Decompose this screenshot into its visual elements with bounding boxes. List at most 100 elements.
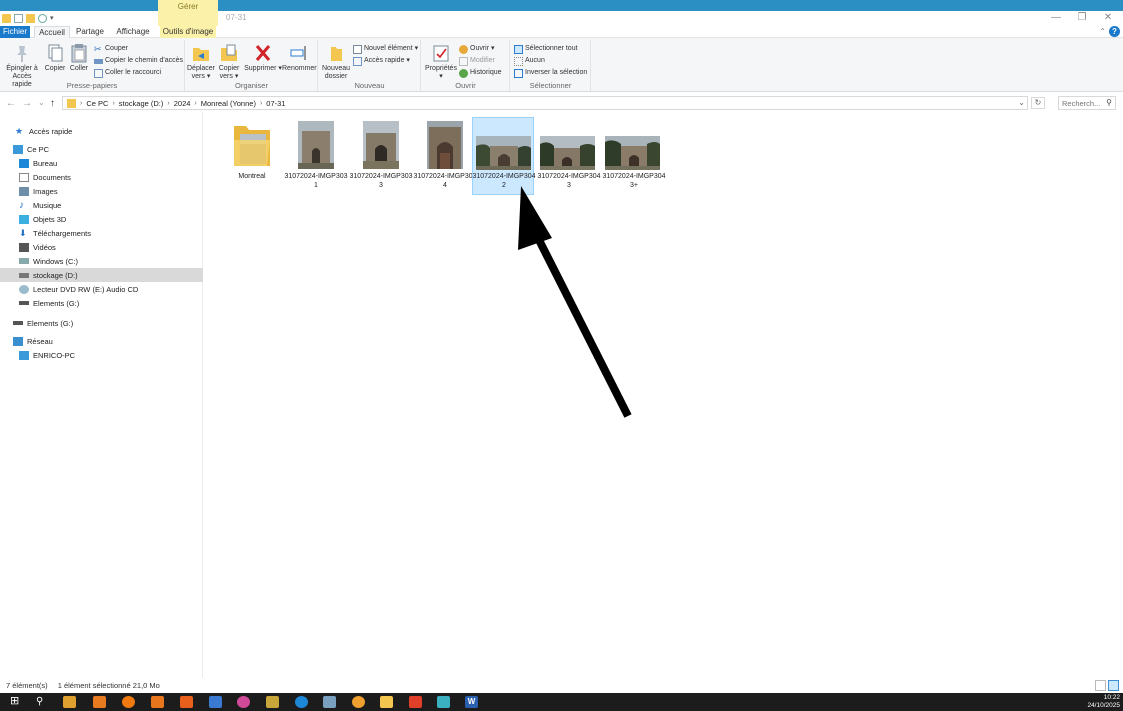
cut-button[interactable]: ✂ Couper [94, 44, 128, 54]
properties-button[interactable]: Propriétés ▾ [425, 43, 457, 81]
help-icon[interactable]: ? [1109, 26, 1120, 37]
search-icon[interactable]: ⚲ [1106, 98, 1112, 107]
tab-picture-tools[interactable]: Outils d'image [160, 26, 216, 38]
app-icon[interactable] [237, 696, 250, 708]
word-icon[interactable]: W [465, 696, 478, 708]
file-item-photo[interactable]: 31072024-IMGP3043 [537, 118, 601, 194]
search-icon[interactable]: ⚲ [36, 696, 49, 708]
undo-qat-icon[interactable] [38, 14, 47, 23]
properties-qat-icon[interactable] [14, 14, 23, 23]
move-to-button[interactable]: Déplacer vers ▾ [187, 43, 215, 81]
nav-item-dvd-e[interactable]: Lecteur DVD RW (E:) Audio CD [0, 282, 203, 296]
start-windows-icon[interactable]: ⊞ [10, 696, 22, 708]
forward-button[interactable]: → [22, 98, 32, 109]
breadcrumb-item[interactable]: Monreal (Yonne) [201, 99, 256, 108]
address-dropdown-icon[interactable]: ⌄ [1018, 98, 1025, 107]
taskbar-clock[interactable]: 10:22 24/10/2025 [1087, 694, 1120, 710]
app-icon[interactable] [295, 696, 308, 708]
file-item-photo[interactable]: 31072024-IMGP3031 [284, 118, 348, 194]
app-icon[interactable] [352, 696, 365, 708]
invert-selection-button[interactable]: Inverser la sélection [514, 68, 587, 78]
file-item-folder[interactable]: Montreal [220, 118, 284, 194]
file-item-photo[interactable]: 31072024-IMGP3043+ [602, 118, 666, 194]
app-icon[interactable] [266, 696, 279, 708]
nav-item-quick-access[interactable]: ★ Accès rapide [0, 124, 203, 138]
select-none-button[interactable]: Aucun [514, 56, 545, 66]
tab-file[interactable]: Fichier [0, 26, 30, 38]
nav-item-pictures[interactable]: Images [0, 184, 203, 198]
refresh-button[interactable]: ↻ [1031, 97, 1045, 109]
ribbon-collapse-icon[interactable]: ⌃ [1099, 26, 1106, 38]
file-item-photo[interactable]: 31072024-IMGP3034 [413, 118, 477, 194]
paste-shortcut-button[interactable]: Coller le raccourci [94, 68, 161, 78]
nav-item-music[interactable]: ♪ Musique [0, 198, 203, 212]
edit-button[interactable]: Modifier [459, 56, 495, 66]
nav-item-elements-g[interactable]: Elements (G:) [0, 296, 203, 310]
paste-button[interactable]: Coller [68, 43, 90, 73]
nav-item-videos[interactable]: Vidéos [0, 240, 203, 254]
file-item-photo[interactable]: 31072024-IMGP3033 [349, 118, 413, 194]
nav-item-this-pc[interactable]: Ce PC [0, 142, 203, 156]
drive-d-icon [19, 272, 29, 278]
minimize-button[interactable]: — [1043, 11, 1069, 26]
file-explorer-taskbar-icon[interactable] [380, 696, 393, 708]
delete-button[interactable]: Supprimer ▾ [244, 43, 282, 73]
up-button[interactable]: ↑ [50, 98, 55, 109]
breadcrumb-item[interactable]: stockage (D:) [119, 99, 164, 108]
new-folder-qat-icon[interactable] [26, 14, 35, 23]
nav-item-3d-objects[interactable]: Objets 3D [0, 212, 203, 226]
app-icon[interactable] [63, 696, 76, 708]
nav-item-desktop[interactable]: Bureau [0, 156, 203, 170]
customize-qat-icon[interactable]: ▾ [50, 14, 56, 23]
open-button[interactable]: Ouvrir ▾ [459, 44, 495, 54]
history-button[interactable]: Historique [459, 68, 502, 78]
nav-item-network[interactable]: Réseau [0, 334, 203, 348]
app-icon[interactable] [409, 696, 422, 708]
address-bar[interactable]: › Ce PC › stockage (D:) › 2024 › Monreal (Yonn… [62, 96, 1028, 110]
app-icon[interactable] [93, 696, 106, 708]
search-box[interactable]: ⚲ [1058, 96, 1116, 110]
search-input[interactable] [1059, 97, 1101, 109]
photo-icon [298, 121, 334, 169]
app-icon[interactable] [437, 696, 450, 708]
breadcrumb-item[interactable]: Ce PC [86, 99, 108, 108]
app-icon[interactable] [122, 696, 135, 708]
new-item-button[interactable]: Nouvel élément ▾ [353, 44, 418, 54]
recent-locations-button[interactable]: ⌄ [38, 98, 45, 107]
app-icon[interactable] [151, 696, 164, 708]
manage-tab-label[interactable]: Gérer [158, 2, 218, 11]
details-view-icon[interactable] [1095, 680, 1106, 691]
back-button[interactable]: ← [6, 98, 16, 109]
nav-item-elements-g-root[interactable]: Elements (G:) [0, 316, 203, 330]
new-folder-button[interactable]: Nouveau dossier [322, 43, 350, 81]
app-icon[interactable] [180, 696, 193, 708]
tab-share[interactable]: Partage [74, 26, 106, 38]
breadcrumb-item[interactable]: 2024 [174, 99, 191, 108]
tab-home[interactable]: Accueil [34, 26, 70, 38]
maximize-button[interactable]: ❐ [1069, 11, 1095, 26]
close-button[interactable]: ✕ [1095, 11, 1121, 26]
photo-thumbnail [284, 118, 348, 170]
nav-item-documents[interactable]: Documents [0, 170, 203, 184]
large-icons-view-icon[interactable] [1108, 680, 1119, 691]
copy-path-label: Copier le chemin d'accès [105, 57, 183, 64]
copy-path-button[interactable]: Copier le chemin d'accès [94, 56, 183, 66]
breadcrumb-separator[interactable]: › [167, 100, 169, 107]
rename-button[interactable]: Renommer [282, 43, 317, 73]
nav-item-windows-c[interactable]: Windows (C:) [0, 254, 203, 268]
tab-view[interactable]: Affichage [112, 26, 154, 38]
copy-button[interactable]: Copier [44, 43, 66, 73]
breadcrumb-separator[interactable]: › [194, 100, 196, 107]
file-item-photo-selected[interactable]: 31072024-IMGP3042 [472, 117, 536, 195]
copy-to-button[interactable]: Copier vers ▾ [217, 43, 241, 81]
breadcrumb-separator[interactable]: › [112, 100, 114, 107]
app-icon[interactable] [323, 696, 336, 708]
easy-access-button[interactable]: Accès rapide ▾ [353, 56, 410, 66]
select-all-button[interactable]: Sélectionner tout [514, 44, 578, 54]
breadcrumb-item[interactable]: 07-31 [266, 99, 285, 108]
nav-item-downloads[interactable]: ⬇ Téléchargements [0, 226, 203, 240]
nav-item-enrico-pc[interactable]: ENRICO-PC [0, 348, 203, 362]
breadcrumb-separator[interactable]: › [260, 100, 262, 107]
app-icon[interactable] [209, 696, 222, 708]
nav-item-storage-d[interactable]: stockage (D:) [0, 268, 203, 282]
